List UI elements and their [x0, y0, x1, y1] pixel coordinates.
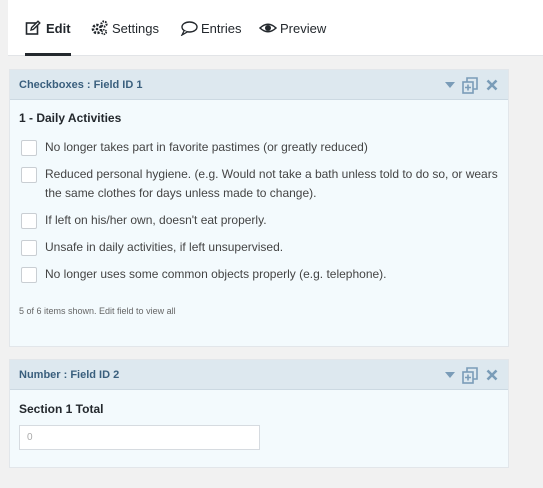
tab-edit[interactable]: Edit [25, 0, 71, 56]
field-header[interactable]: Checkboxes : Field ID 1 [10, 70, 508, 100]
field-header[interactable]: Number : Field ID 2 [10, 360, 508, 390]
form-nav-bar: Edit Settings Entries Preview [8, 0, 543, 56]
eye-icon [258, 20, 278, 36]
checkbox-option[interactable]: Reduced personal hygiene. (e.g. Would no… [21, 167, 505, 203]
close-icon[interactable] [486, 369, 498, 381]
section-total-input[interactable]: 0 [19, 425, 260, 450]
checkbox[interactable] [21, 213, 37, 229]
tab-settings[interactable]: Settings [91, 0, 159, 56]
field-label: Section 1 Total [19, 402, 104, 416]
checkbox-label: If left on his/her own, doesn't eat prop… [45, 213, 267, 227]
checkbox[interactable] [21, 167, 37, 183]
comment-icon [180, 20, 198, 37]
checkbox[interactable] [21, 267, 37, 283]
edit-icon [25, 20, 43, 36]
checkbox[interactable] [21, 140, 37, 156]
duplicate-icon[interactable] [462, 76, 479, 94]
gear-icon [91, 20, 109, 36]
field-header-title: Number : Field ID 2 [19, 368, 120, 381]
chevron-down-icon[interactable] [445, 81, 455, 89]
checkbox-label: No longer uses some common objects prope… [45, 267, 387, 281]
checkbox-label: Reduced personal hygiene. (e.g. Would no… [45, 167, 498, 200]
checkbox-label: Unsafe in daily activities, if left unsu… [45, 240, 284, 254]
field-panel-number[interactable]: Number : Field ID 2 Section 1 Total 0 [9, 359, 509, 468]
tab-entries-label: Entries [201, 20, 242, 36]
chevron-down-icon[interactable] [445, 371, 455, 379]
tab-preview[interactable]: Preview [258, 0, 327, 56]
tab-entries[interactable]: Entries [180, 0, 241, 56]
close-icon[interactable] [486, 79, 498, 91]
tab-edit-label: Edit [46, 20, 71, 36]
input-value: 0 [27, 432, 33, 443]
checkbox-option[interactable]: No longer uses some common objects prope… [21, 267, 505, 284]
field-header-title: Checkboxes : Field ID 1 [19, 78, 143, 91]
field-label: 1 - Daily Activities [19, 111, 122, 125]
checkbox[interactable] [21, 240, 37, 256]
tab-settings-label: Settings [112, 20, 159, 36]
checkbox-label: No longer takes part in favorite pastime… [45, 140, 368, 154]
duplicate-icon[interactable] [462, 366, 479, 384]
items-shown-note: 5 of 6 items shown. Edit field to view a… [19, 306, 176, 316]
checkbox-option[interactable]: No longer takes part in favorite pastime… [21, 140, 505, 157]
checkbox-option[interactable]: If left on his/her own, doesn't eat prop… [21, 213, 505, 230]
field-panel-checkboxes[interactable]: Checkboxes : Field ID 1 1 - Daily Activi… [9, 69, 509, 347]
checkbox-option[interactable]: Unsafe in daily activities, if left unsu… [21, 240, 505, 257]
tab-preview-label: Preview [280, 20, 327, 36]
